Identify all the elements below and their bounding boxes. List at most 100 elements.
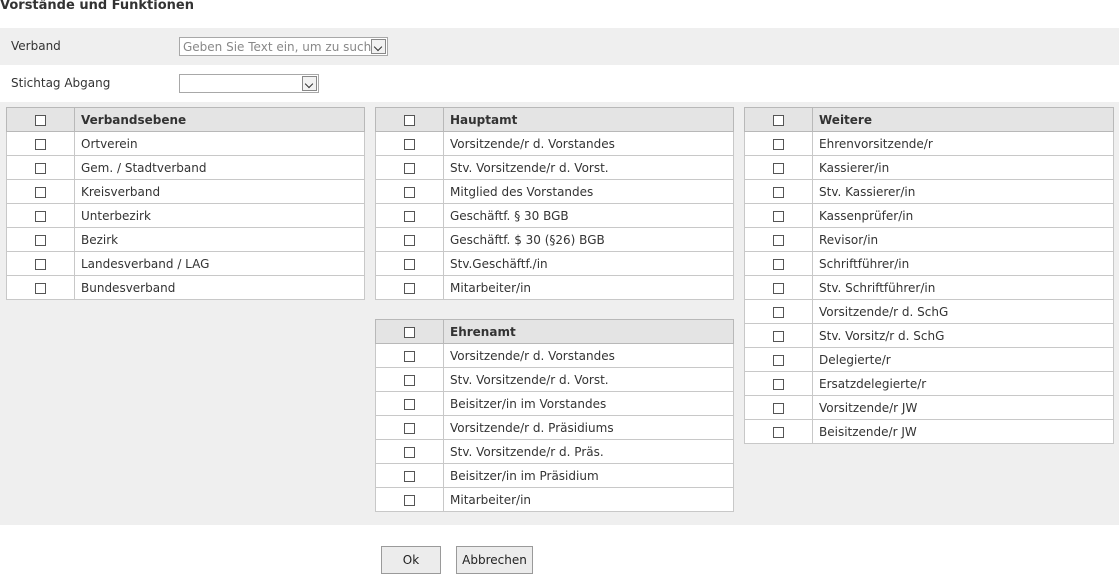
list-item: Unterbezirk [6, 203, 365, 228]
ehrenamt-checkbox-5[interactable] [404, 470, 415, 482]
checkbox-cell [375, 107, 444, 132]
cancel-button[interactable]: Abbrechen [456, 546, 533, 574]
hauptamt-checkbox-6[interactable] [404, 282, 415, 294]
checkbox-cell [744, 371, 813, 396]
item-label: Beisitzer/in im Präsidium [443, 463, 734, 488]
weitere-checkbox-7[interactable] [773, 306, 784, 318]
list-item: Mitarbeiter/in [375, 487, 734, 512]
checkbox-cell [744, 299, 813, 324]
item-label: Gem. / Stadtverband [74, 155, 365, 180]
weitere-checkbox-9[interactable] [773, 354, 784, 366]
ehrenamt-checkbox-0[interactable] [404, 350, 415, 362]
item-label: Beisitzer/in im Vorstandes [443, 391, 734, 416]
ehrenamt-select-all-checkbox[interactable] [404, 326, 415, 338]
chevron-down-icon[interactable] [371, 39, 386, 54]
weitere-checkbox-11[interactable] [773, 402, 784, 414]
checkbox-cell [6, 275, 75, 300]
hauptamt-checkbox-4[interactable] [404, 234, 415, 246]
list-item: Mitglied des Vorstandes [375, 179, 734, 204]
verbandsebene-checkbox-1[interactable] [35, 162, 46, 174]
checkbox-cell [375, 131, 444, 156]
checkbox-cell [6, 251, 75, 276]
item-label: Stv. Vorsitzende/r d. Präs. [443, 439, 734, 464]
item-label: Mitglied des Vorstandes [443, 179, 734, 204]
verband-row: Verband Geben Sie Text ein, um zu suchen [0, 28, 1119, 65]
checkbox-cell [744, 419, 813, 444]
item-label: Bundesverband [74, 275, 365, 300]
item-label: Bezirk [74, 227, 365, 252]
list-item: Delegierte/r [744, 347, 1114, 372]
list-item: Gem. / Stadtverband [6, 155, 365, 180]
ehrenamt-checkbox-3[interactable] [404, 422, 415, 434]
stichtag-select[interactable] [179, 74, 319, 93]
ehrenamt-checkbox-4[interactable] [404, 446, 415, 458]
verbandsebene-checkbox-2[interactable] [35, 186, 46, 198]
item-label: Ortverein [74, 131, 365, 156]
hauptamt-checkbox-5[interactable] [404, 258, 415, 270]
verband-search-select[interactable]: Geben Sie Text ein, um zu suchen [179, 37, 388, 56]
item-label: Kassierer/in [812, 155, 1114, 180]
weitere-checkbox-5[interactable] [773, 258, 784, 270]
weitere-checkbox-1[interactable] [773, 162, 784, 174]
weitere-checkbox-8[interactable] [773, 330, 784, 342]
item-label: Vorsitzende/r JW [812, 395, 1114, 420]
list-item: Stv. Vorsitzende/r d. Präs. [375, 439, 734, 464]
verbandsebene-checkbox-5[interactable] [35, 258, 46, 270]
verbandsebene-checkbox-0[interactable] [35, 138, 46, 150]
weitere-checkbox-0[interactable] [773, 138, 784, 150]
ehrenamt-checkbox-2[interactable] [404, 398, 415, 410]
list-item: Geschäftf. $ 30 (§26) BGB [375, 227, 734, 252]
checkbox-cell [375, 227, 444, 252]
weitere-checkbox-4[interactable] [773, 234, 784, 246]
checkbox-cell [375, 391, 444, 416]
list-item: Beisitzer/in im Vorstandes [375, 391, 734, 416]
weitere-checkbox-3[interactable] [773, 210, 784, 222]
checkbox-cell [375, 367, 444, 392]
list-item: Stv.Geschäftf./in [375, 251, 734, 276]
hauptamt-checkbox-2[interactable] [404, 186, 415, 198]
verbandsebene-select-all-checkbox[interactable] [35, 114, 46, 126]
checkbox-cell [375, 179, 444, 204]
verbandsebene-checkbox-6[interactable] [35, 282, 46, 294]
item-label: Stv. Schriftführer/in [812, 275, 1114, 300]
checkbox-cell [6, 227, 75, 252]
checkbox-cell [744, 275, 813, 300]
ehrenamt-header-row: Ehrenamt [375, 319, 734, 344]
list-item: Vorsitzende/r d. Präsidiums [375, 415, 734, 440]
checkbox-cell [6, 155, 75, 180]
list-item: Stv. Vorsitzende/r d. Vorst. [375, 367, 734, 392]
hauptamt-checkbox-0[interactable] [404, 138, 415, 150]
ehrenamt-header-label: Ehrenamt [443, 319, 734, 344]
list-item: Landesverband / LAG [6, 251, 365, 276]
hauptamt-checkbox-3[interactable] [404, 210, 415, 222]
weitere-select-all-checkbox[interactable] [773, 114, 784, 126]
ok-button[interactable]: Ok [381, 546, 441, 574]
list-item: Beisitzer/in im Präsidium [375, 463, 734, 488]
verband-placeholder: Geben Sie Text ein, um zu suchen [183, 40, 387, 54]
verbandsebene-checkbox-3[interactable] [35, 210, 46, 222]
verbandsebene-checkbox-4[interactable] [35, 234, 46, 246]
item-label: Mitarbeiter/in [443, 487, 734, 512]
hauptamt-select-all-checkbox[interactable] [404, 114, 415, 126]
list-item: Bezirk [6, 227, 365, 252]
item-label: Vorsitzende/r d. Präsidiums [443, 415, 734, 440]
weitere-checkbox-6[interactable] [773, 282, 784, 294]
hauptamt-header-label: Hauptamt [443, 107, 734, 132]
checkbox-cell [744, 227, 813, 252]
ehrenamt-checkbox-6[interactable] [404, 494, 415, 506]
chevron-down-icon[interactable] [302, 76, 317, 91]
checkbox-cell [6, 203, 75, 228]
weitere-checkbox-12[interactable] [773, 426, 784, 438]
ehrenamt-checkbox-1[interactable] [404, 374, 415, 386]
weitere-checkbox-10[interactable] [773, 378, 784, 390]
list-item: Kreisverband [6, 179, 365, 204]
checkbox-cell [6, 107, 75, 132]
item-label: Stv. Vorsitz/r d. SchG [812, 323, 1114, 348]
list-item: Kassierer/in [744, 155, 1114, 180]
hauptamt-checkbox-1[interactable] [404, 162, 415, 174]
hauptamt-header-row: Hauptamt [375, 107, 734, 132]
list-item: Vorsitzende/r JW [744, 395, 1114, 420]
checkbox-cell [375, 463, 444, 488]
weitere-checkbox-2[interactable] [773, 186, 784, 198]
verbandsebene-table: Verbandsebene Ortverein Gem. / Stadtverban… [6, 107, 365, 300]
